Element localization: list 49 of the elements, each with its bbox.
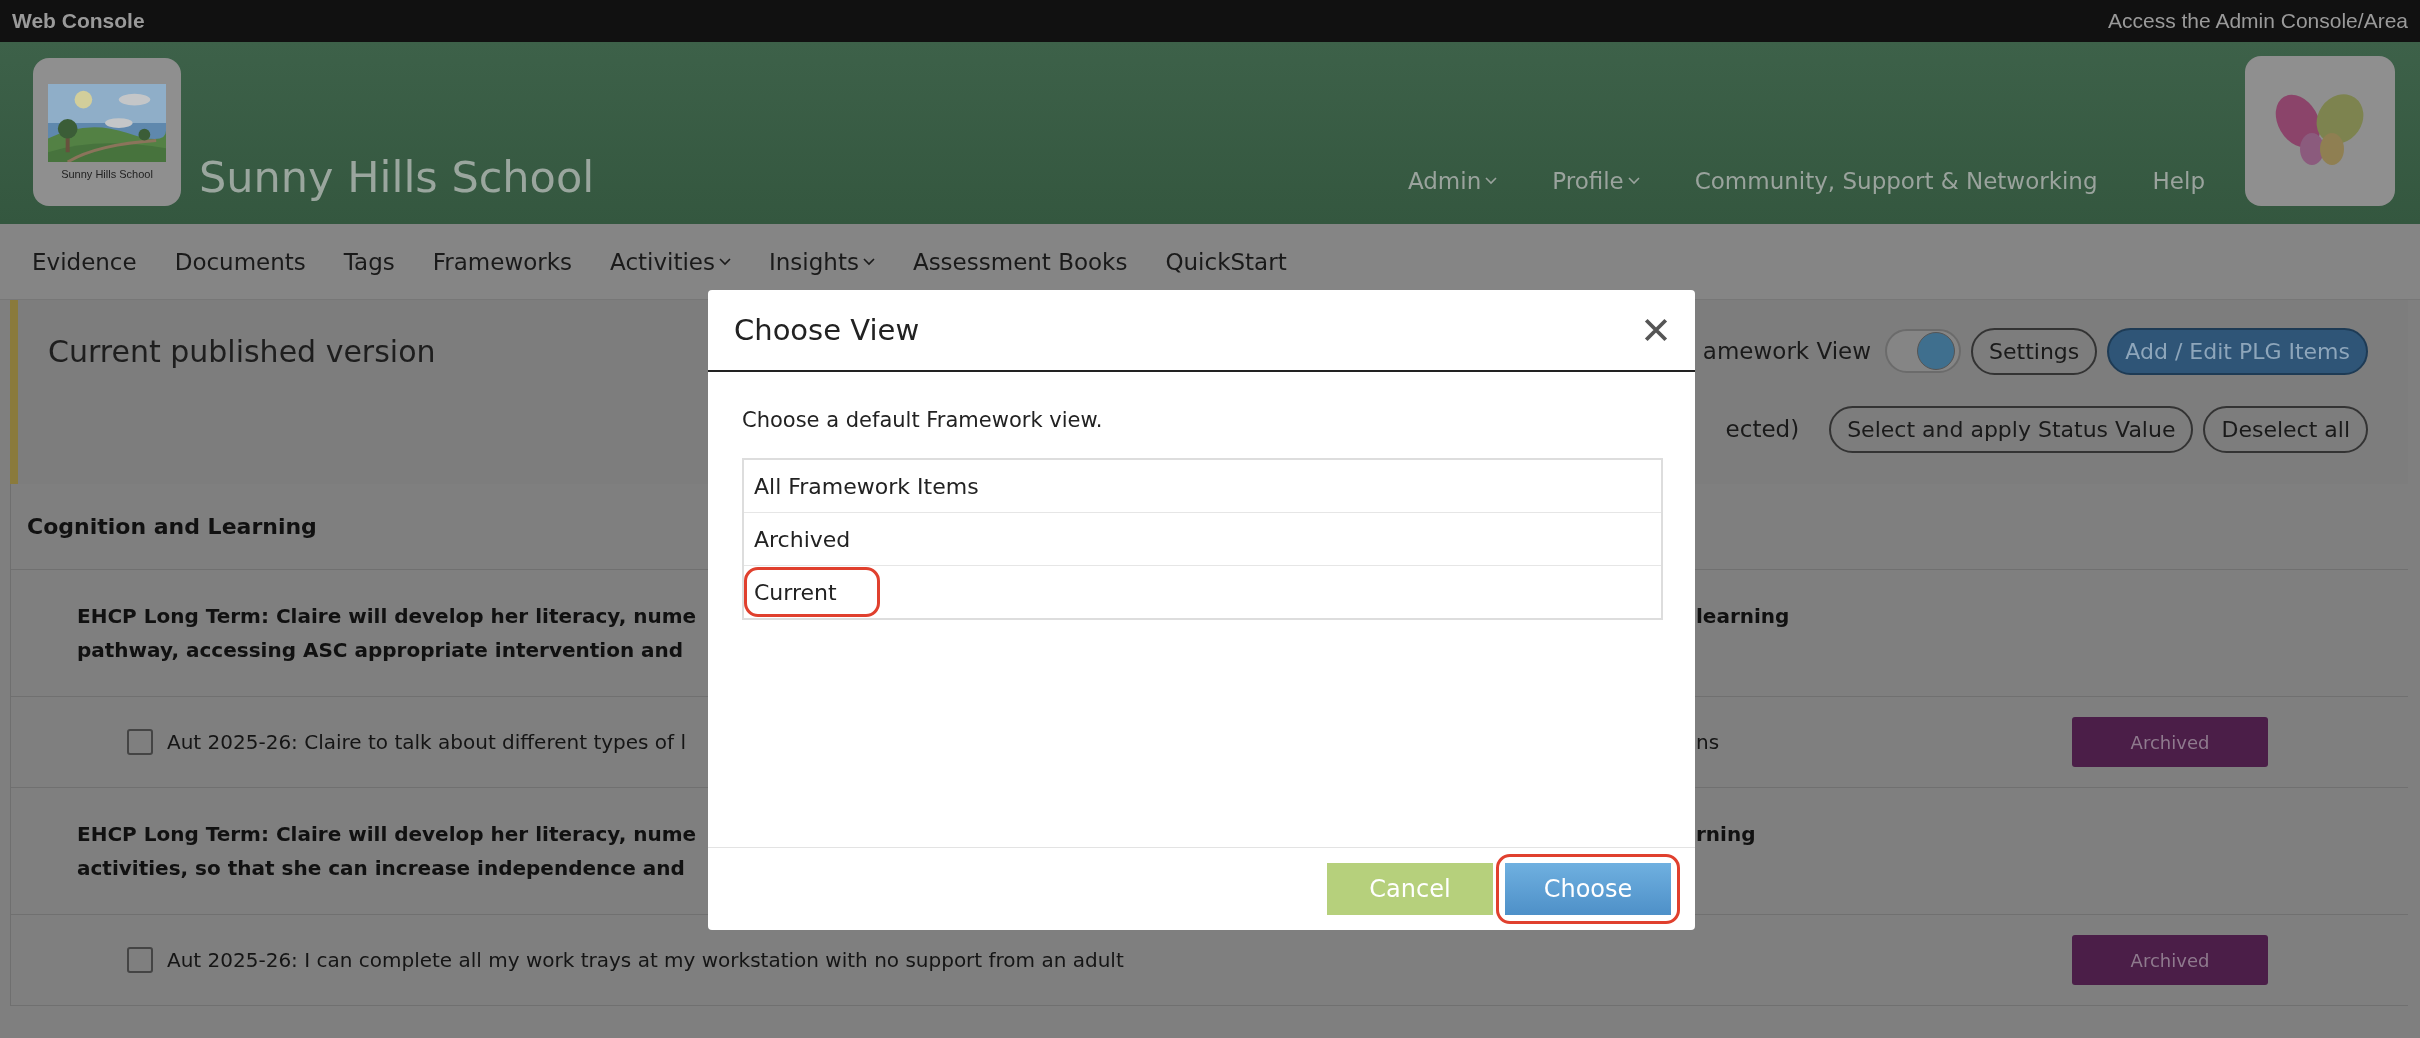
version-title: Current published version [47, 333, 437, 369]
view-label: amework View [1702, 338, 1872, 364]
selection-label: ected) [1725, 416, 1800, 442]
menu-tab[interactable]: Insights [769, 248, 875, 275]
nav-link[interactable]: Help [2152, 168, 2205, 194]
choose-button[interactable]: Choose [1505, 863, 1671, 915]
status-badge: Archived [2072, 935, 2268, 985]
menu-tab[interactable]: Tags [343, 248, 395, 275]
checkbox[interactable] [127, 947, 153, 973]
menu-tab[interactable]: Evidence [32, 248, 137, 275]
chevron-down-icon [862, 257, 875, 266]
dialog-prompt: Choose a default Framework view. [742, 408, 1104, 432]
close-icon [1643, 317, 1669, 343]
nav-link[interactable]: Admin [1407, 168, 1498, 194]
menu-tab[interactable]: QuickStart [1165, 248, 1287, 275]
target-text: ns [1696, 730, 1720, 754]
school-name: Sunny Hills School [199, 152, 595, 202]
goal-heading-line: EHCP Long Term: Claire will develop her literacy, nume [77, 821, 698, 848]
pill-button[interactable]: Deselect all [2203, 405, 2368, 453]
list-option[interactable]: Current [744, 566, 1661, 618]
nav-link[interactable]: Profile [1552, 168, 1640, 194]
pill-button[interactable]: Settings [1971, 327, 2098, 375]
goal-heading-line: rning [1696, 821, 1757, 848]
app-title: Web Console [12, 9, 145, 33]
logo-caption: Sunny Hills School [61, 168, 153, 180]
admin-console-link[interactable]: Access the Admin Console/Area [2108, 9, 2408, 33]
dialog-title: Choose View [734, 313, 920, 347]
pill-button[interactable]: Add / Edit PLG Items [2107, 327, 2368, 375]
list-option[interactable]: All Framework Items [744, 460, 1661, 513]
goal-heading-line: learning [1696, 603, 1791, 630]
goal-heading-line: pathway, accessing ASC appropriate intervention and [77, 637, 685, 664]
menu-tab[interactable]: Assessment Books [912, 248, 1128, 275]
goal-heading-line: EHCP Long Term: Claire will develop her literacy, nume [77, 603, 698, 630]
section-title: Cognition and Learning [27, 514, 317, 539]
chevron-down-icon [1485, 177, 1498, 185]
list-option[interactable]: Archived [744, 513, 1661, 566]
menu-tab[interactable]: Documents [174, 248, 306, 275]
target-text: Aut 2025-26: Claire to talk about different types of l [167, 730, 687, 754]
view-toggle[interactable] [1885, 329, 1962, 373]
goal-heading-line: activities, so that she can increase independence and [77, 855, 686, 882]
nav-link[interactable]: Community, Support & Networking [1694, 168, 2098, 194]
chevron-down-icon [1627, 177, 1640, 185]
target-text: Aut 2025-26: I can complete all my work trays at my workstation with no support from an adult [167, 948, 1124, 972]
status-badge: Archived [2072, 717, 2268, 767]
checkbox[interactable] [127, 729, 153, 755]
menu-tab[interactable]: Activities [610, 248, 731, 275]
pill-button[interactable]: Select and apply Status Value [1829, 405, 2194, 453]
menu-tab[interactable]: Frameworks [432, 248, 573, 275]
chevron-down-icon [719, 257, 731, 266]
